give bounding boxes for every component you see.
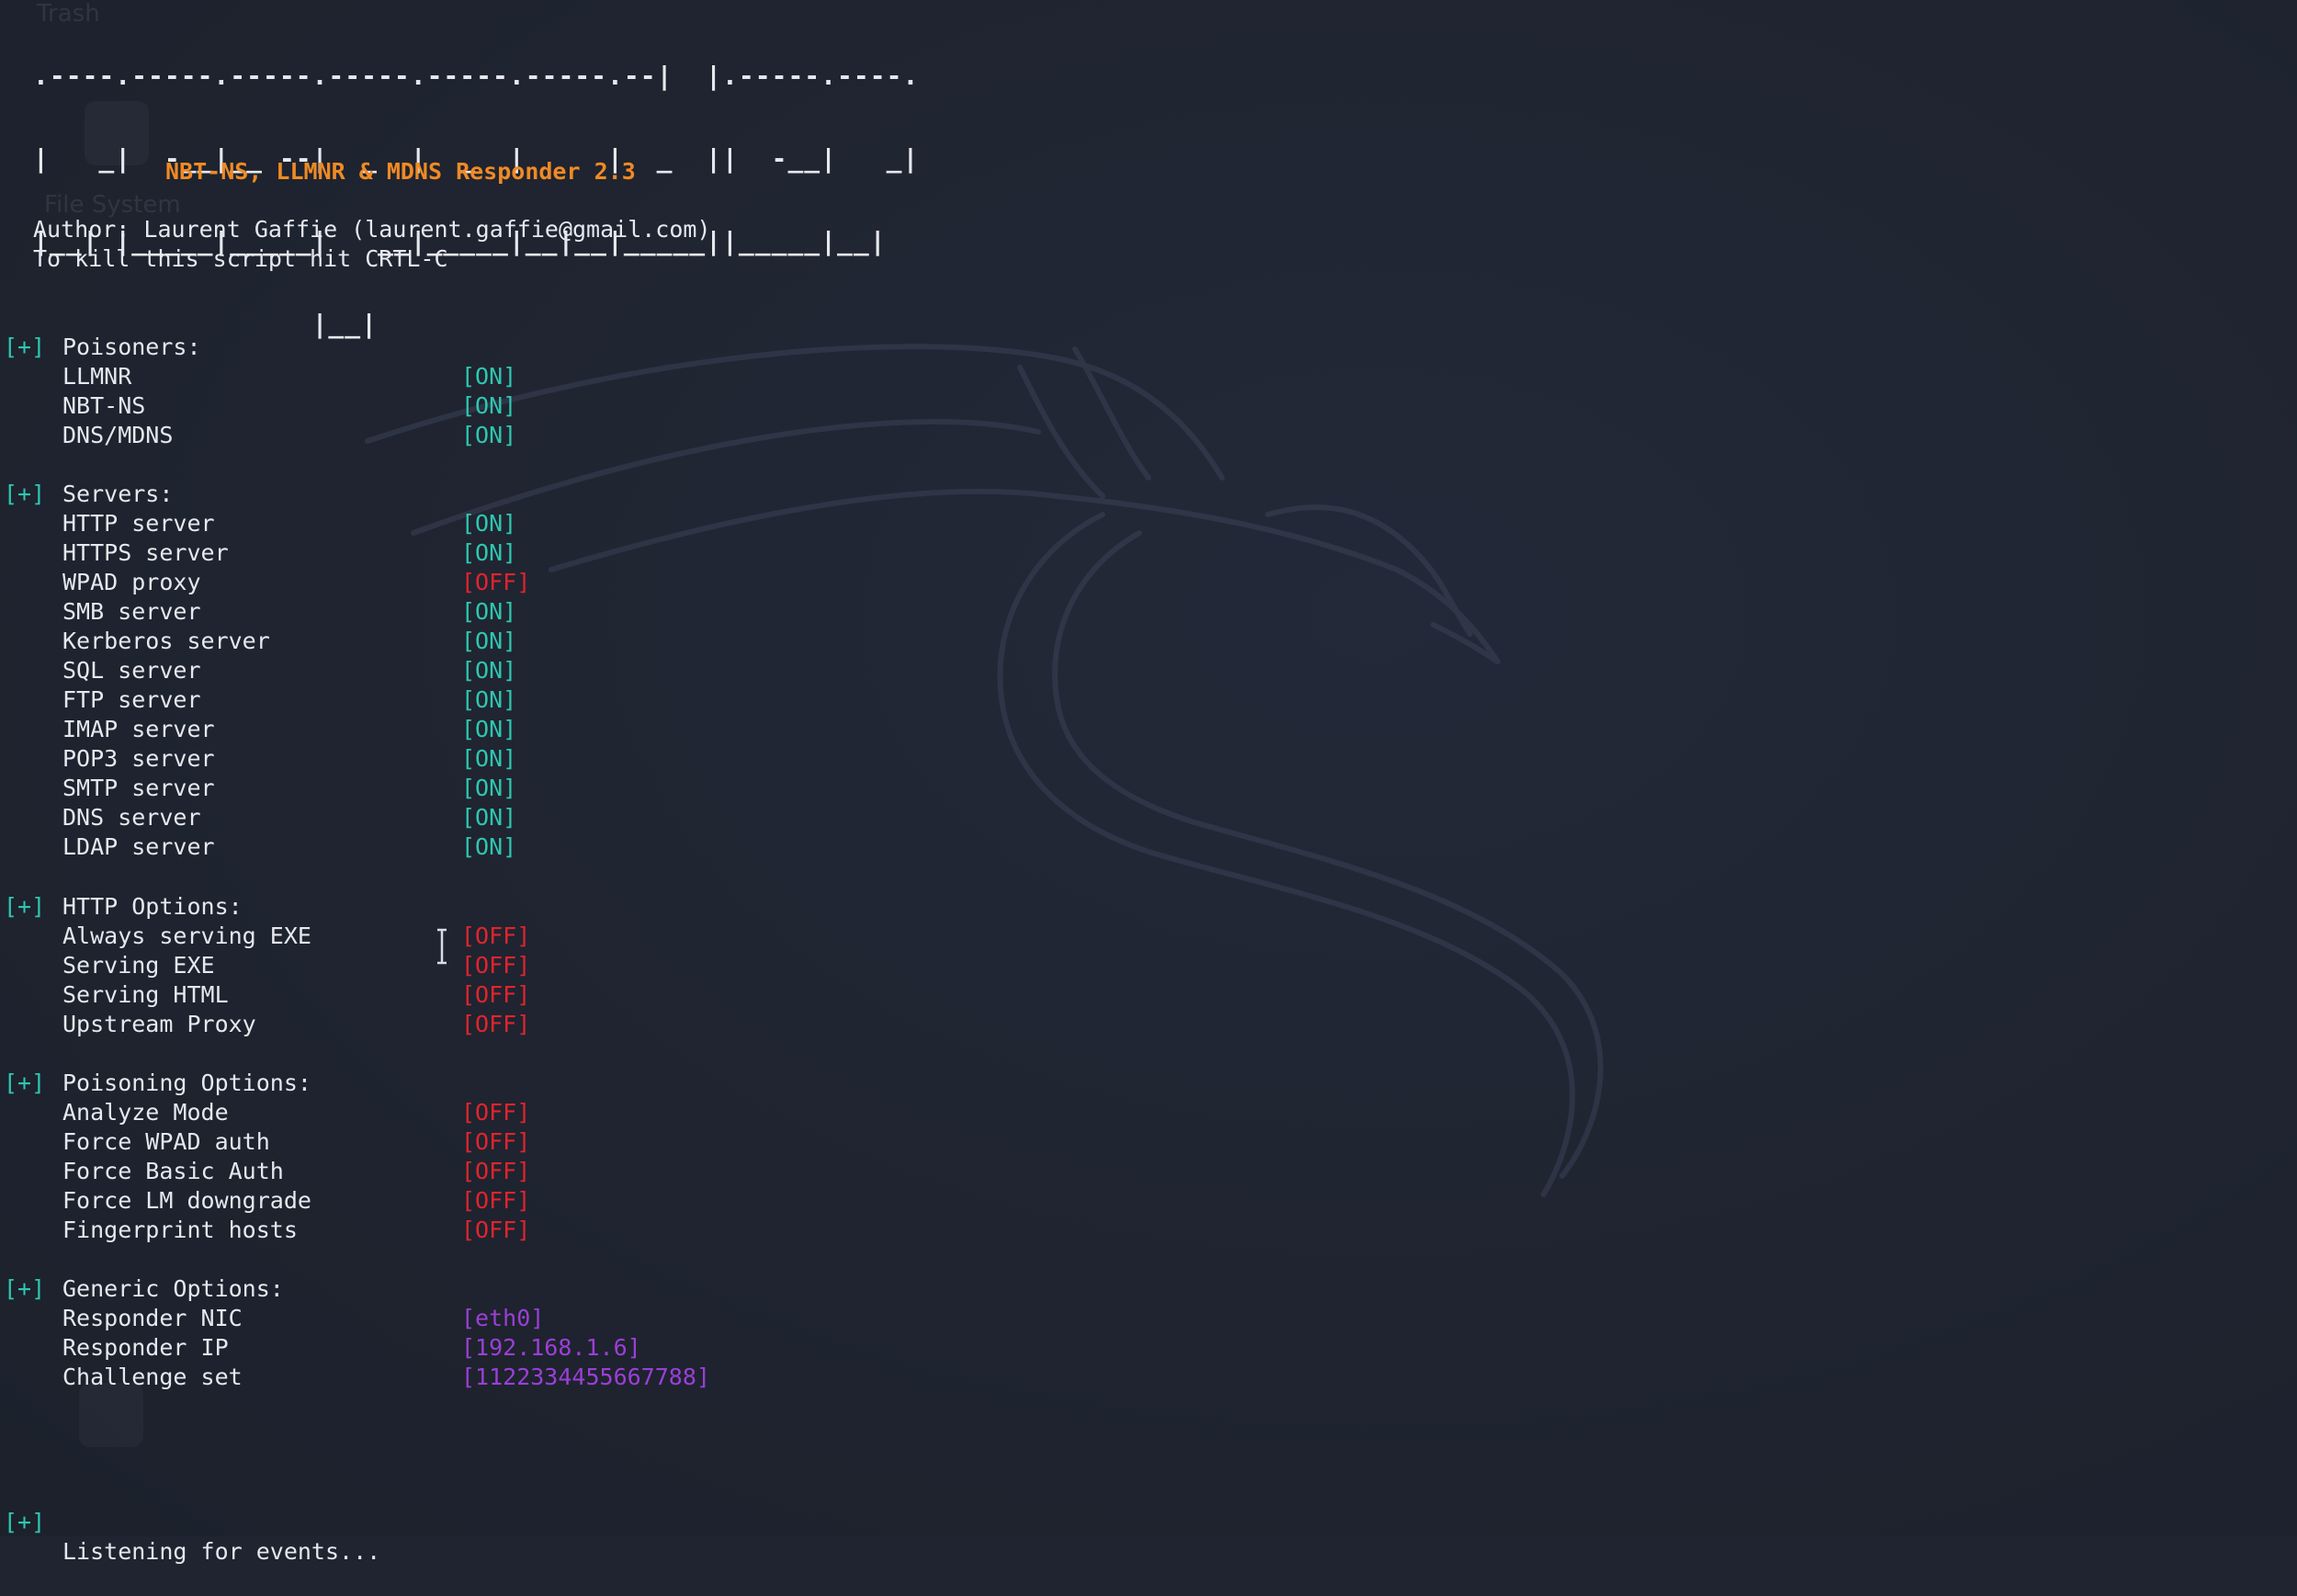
status-marker: [+] bbox=[4, 1070, 46, 1096]
option-status-badge: [ON] bbox=[461, 363, 517, 390]
section-title: HTTP Options: bbox=[62, 893, 243, 920]
status-marker: [+] bbox=[4, 334, 46, 360]
section-title: Generic Options: bbox=[62, 1275, 284, 1302]
listening-text: Listening for events... bbox=[62, 1538, 381, 1565]
status-marker: [+] bbox=[4, 1275, 46, 1302]
option-label: Responder NIC bbox=[62, 1305, 243, 1331]
option-label: IMAP server bbox=[62, 716, 215, 742]
option-status-badge: [ON] bbox=[461, 745, 517, 772]
kill-hint-line: To kill this script hit CRTL-C bbox=[33, 245, 448, 272]
option-status-badge: [ON] bbox=[461, 833, 517, 860]
option-label: SMB server bbox=[62, 598, 201, 625]
option-status-badge: [OFF] bbox=[461, 1011, 531, 1037]
status-marker: [+] bbox=[4, 893, 46, 920]
option-label: LDAP server bbox=[62, 833, 215, 860]
section-title: Poisoners: bbox=[62, 334, 201, 360]
status-marker: [+] bbox=[4, 1509, 46, 1535]
option-status-badge: [ON] bbox=[461, 392, 517, 419]
option-status-badge: [ON] bbox=[461, 716, 517, 742]
option-status-badge: [OFF] bbox=[461, 923, 531, 949]
option-status-badge: [ON] bbox=[461, 422, 517, 448]
option-status-badge: [OFF] bbox=[461, 1099, 531, 1126]
option-status-badge: [ON] bbox=[461, 510, 517, 537]
option-status-badge: [eth0] bbox=[461, 1305, 545, 1331]
banner-line: .----.-----.-----.-----.-----.-----.--| … bbox=[33, 61, 920, 91]
option-status-badge: [OFF] bbox=[461, 1187, 531, 1214]
author-line: Author: Laurent Gaffie (laurent.gaffie@g… bbox=[33, 216, 711, 243]
option-label: Upstream Proxy bbox=[62, 1011, 256, 1037]
section-title: Poisoning Options: bbox=[62, 1070, 311, 1096]
option-label: Serving HTML bbox=[62, 981, 229, 1008]
option-label: Challenge set bbox=[62, 1364, 243, 1390]
option-label: NBT-NS bbox=[62, 392, 146, 419]
terminal-window[interactable]: Trash File System .----.-----.-----.----… bbox=[0, 0, 2297, 1565]
option-label: Force LM downgrade bbox=[62, 1187, 311, 1214]
option-status-badge: [OFF] bbox=[461, 1128, 531, 1155]
option-label: DNS/MDNS bbox=[62, 422, 174, 448]
option-status-badge: [192.168.1.6] bbox=[461, 1334, 641, 1361]
option-label: Always serving EXE bbox=[62, 923, 311, 949]
option-status-badge: [1122334455667788] bbox=[461, 1364, 710, 1390]
option-label: Responder IP bbox=[62, 1334, 229, 1361]
option-status-badge: [OFF] bbox=[461, 1158, 531, 1184]
option-status-badge: [ON] bbox=[461, 657, 517, 684]
option-label: HTTP server bbox=[62, 510, 215, 537]
option-label: Analyze Mode bbox=[62, 1099, 229, 1126]
option-label: Force WPAD auth bbox=[62, 1128, 270, 1155]
option-label: SQL server bbox=[62, 657, 201, 684]
status-marker: [+] bbox=[4, 481, 46, 507]
option-status-badge: [OFF] bbox=[461, 981, 531, 1008]
option-status-badge: [ON] bbox=[461, 539, 517, 566]
option-status-badge: [OFF] bbox=[461, 952, 531, 979]
option-label: SMTP server bbox=[62, 775, 215, 801]
option-label: FTP server bbox=[62, 686, 201, 713]
option-label: POP3 server bbox=[62, 745, 215, 772]
option-status-badge: [OFF] bbox=[461, 1217, 531, 1243]
option-label: Serving EXE bbox=[62, 952, 215, 979]
option-status-badge: [ON] bbox=[461, 628, 517, 654]
option-label: Force Basic Auth bbox=[62, 1158, 284, 1184]
option-status-badge: [ON] bbox=[461, 686, 517, 713]
option-status-badge: [ON] bbox=[461, 804, 517, 831]
option-status-badge: [OFF] bbox=[461, 569, 531, 595]
option-label: LLMNR bbox=[62, 363, 132, 390]
option-label: DNS server bbox=[62, 804, 201, 831]
option-label: Fingerprint hosts bbox=[62, 1217, 298, 1243]
section-title: Servers: bbox=[62, 481, 174, 507]
text-cursor-icon bbox=[437, 928, 447, 965]
option-label: HTTPS server bbox=[62, 539, 229, 566]
option-label: WPAD proxy bbox=[62, 569, 201, 595]
tool-title: NBT-NS, LLMNR & MDNS Responder 2.3 bbox=[165, 158, 636, 185]
option-label: Kerberos server bbox=[62, 628, 270, 654]
option-status-badge: [ON] bbox=[461, 775, 517, 801]
listening-line: [+] Listening for events... bbox=[0, 1478, 380, 1565]
option-status-badge: [ON] bbox=[461, 598, 517, 625]
